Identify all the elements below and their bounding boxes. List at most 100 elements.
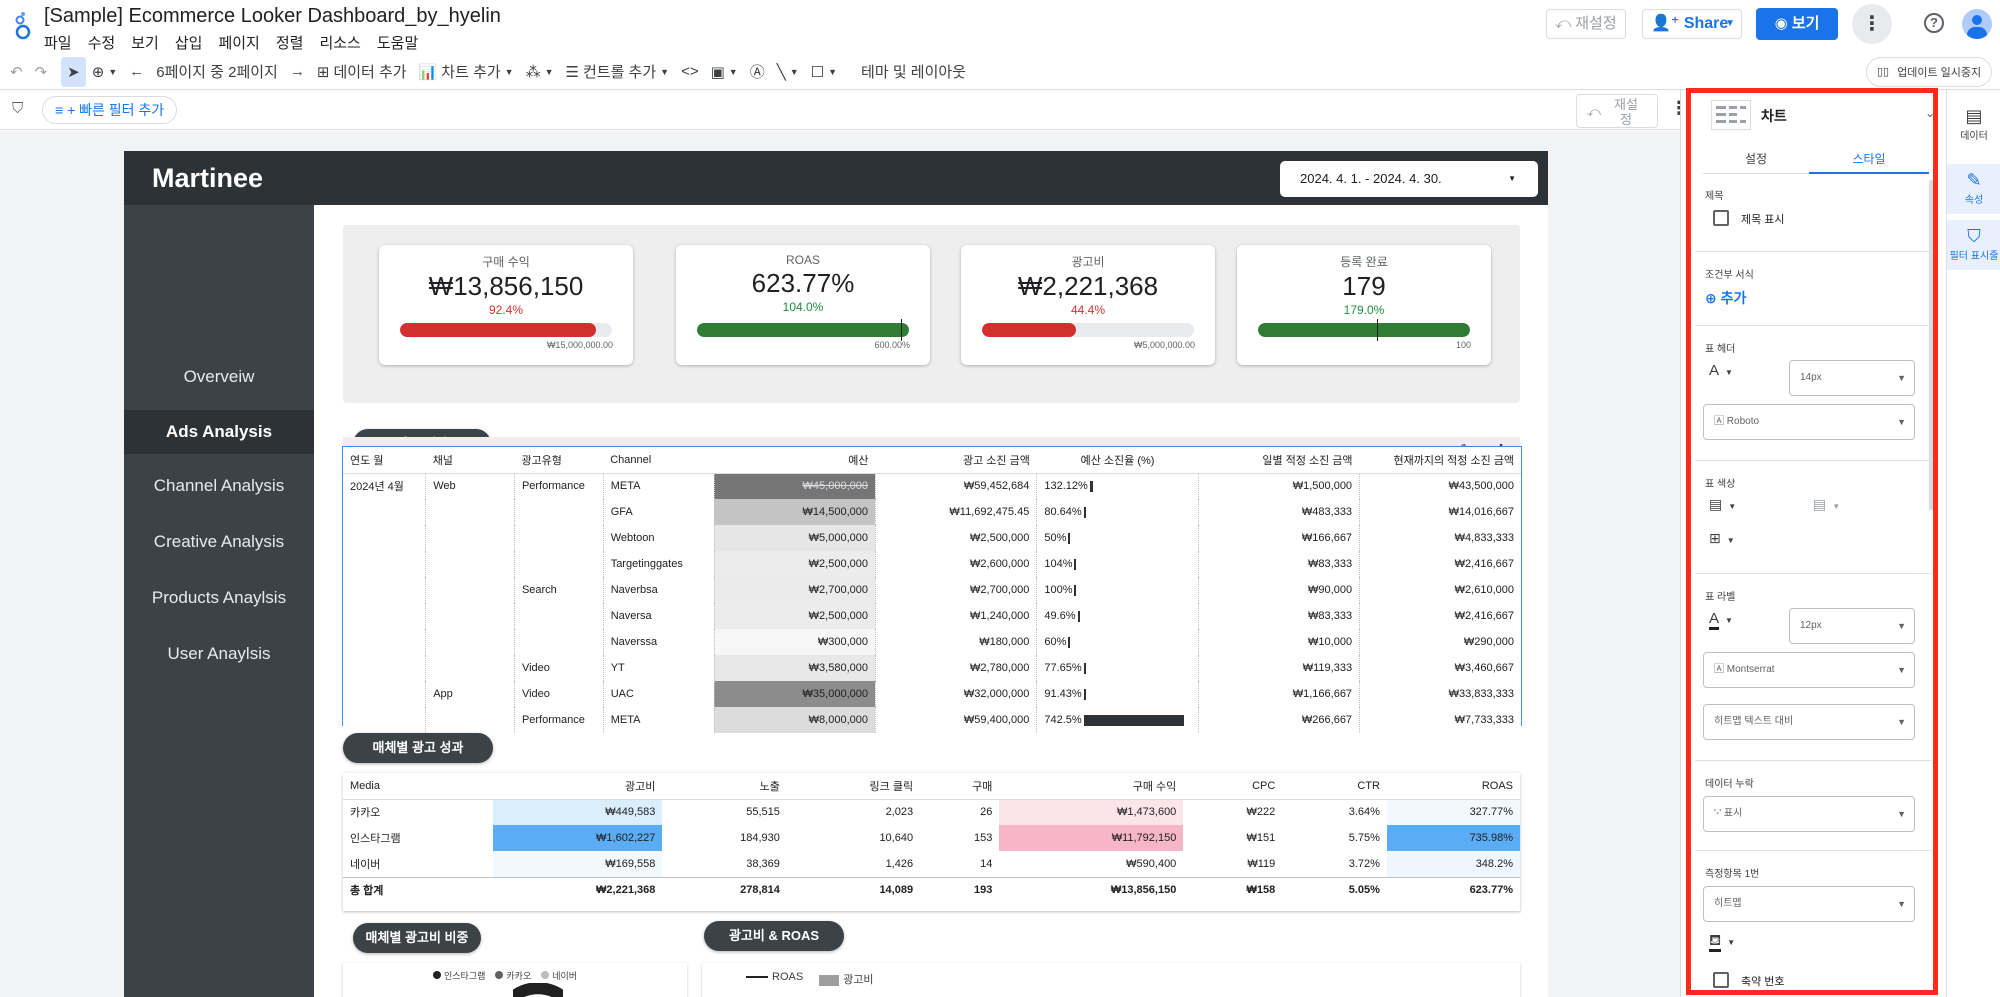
kpi-card[interactable]: 광고비 ₩2,221,368 44.4% ₩5,000,000.00 — [961, 245, 1215, 365]
add-chart-button[interactable]: 📊 차트 추가 ▼ — [413, 57, 520, 87]
table-row[interactable]: 2024년 4월 Web Performance META ₩45,000,00… — [343, 473, 1521, 499]
filter-bar-button[interactable]: ⛉ 필터 표시줄 — [1947, 220, 2000, 270]
burn-rate-bar — [1083, 662, 1086, 674]
table-header[interactable]: 예산 소진율 (%) — [1036, 447, 1199, 474]
document-title[interactable]: [Sample] Ecommerce Looker Dashboard_by_h… — [44, 5, 501, 28]
table-row[interactable]: App Video UAC ₩35,000,000 ₩32,000,000 91… — [343, 681, 1521, 707]
table-header[interactable]: 링크 클릭 — [786, 773, 921, 800]
cell-daily-target: ₩90,000 — [1198, 577, 1361, 603]
table-row[interactable]: Naversa ₩2,500,000 ₩1,240,000 49.6% ₩83,… — [343, 603, 1521, 629]
table-row[interactable]: Search Naverbsa ₩2,700,000 ₩2,700,000 10… — [343, 577, 1521, 603]
help-icon[interactable]: ? — [1924, 13, 1944, 33]
table-row[interactable]: Video YT ₩3,580,000 ₩2,780,000 77.65% ₩1… — [343, 655, 1521, 681]
table-row[interactable]: Naverssa ₩300,000 ₩180,000 60% ₩10,000 ₩… — [343, 629, 1521, 655]
redo-icon[interactable]: ↷ — [29, 57, 54, 87]
table-header[interactable]: ROAS — [1386, 773, 1520, 800]
table-row[interactable]: GFA ₩14,500,000 ₩11,692,475.45 80.64% ₩4… — [343, 499, 1521, 525]
nav-item[interactable]: User Anaylsis — [124, 632, 314, 676]
previous-page-button[interactable]: ← — [123, 57, 150, 87]
filter-reset-button[interactable]: ⤺ 재설 정 — [1576, 94, 1658, 128]
line-icon[interactable]: ╲ ▼ — [771, 57, 805, 87]
burn-rate-bar — [1083, 714, 1184, 726]
kpi-progress-track — [982, 323, 1194, 337]
table-header[interactable]: 연도 월 — [343, 447, 426, 474]
table-header[interactable]: 광고 소진 금액 — [875, 447, 1037, 474]
nav-item[interactable]: Channel Analysis — [124, 464, 314, 508]
nav-item[interactable]: Creative Analysis — [124, 520, 314, 564]
table-header[interactable]: CTR — [1282, 773, 1387, 800]
table-header[interactable]: 광고비 — [492, 773, 663, 800]
table-header[interactable]: 일별 적정 소진 금액 — [1198, 447, 1360, 474]
theme-layout-button[interactable]: 테마 및 레이아웃 — [855, 57, 972, 87]
more-options-button[interactable]: ⋮ — [1852, 4, 1892, 44]
shape-icon[interactable]: ☐ ▼ — [805, 57, 843, 87]
image-icon[interactable]: ▣ ▼ — [705, 57, 744, 87]
nav-item[interactable]: Ads Analysis — [124, 410, 314, 454]
table-header[interactable]: 현재까지의 적정 소진 금액 — [1359, 447, 1521, 474]
table-header[interactable]: 광고유형 — [514, 447, 604, 474]
kpi-target-marker — [1376, 319, 1378, 341]
table-cell: 네이버 — [350, 858, 381, 871]
nav-item[interactable]: Products Anaylsis — [124, 576, 314, 620]
menu-item[interactable]: 파일 — [44, 32, 72, 53]
properties-panel-button[interactable]: ✎ 속성 — [1947, 164, 2000, 214]
filter-icon[interactable]: ⛉ — [12, 100, 23, 117]
page-indicator[interactable]: 6페이지 중 2페이지 — [150, 57, 284, 87]
table-row[interactable]: 카카오 ₩449,583 55,515 2,023 26 ₩1,473,600 ₩222 3.… — [343, 799, 1520, 825]
menu-item[interactable]: 삽입 — [175, 32, 203, 53]
menu-item[interactable]: 정렬 — [276, 32, 304, 53]
cell-burn-rate: 50% — [1036, 525, 1199, 551]
menu-item[interactable]: 도움말 — [377, 32, 418, 53]
add-control-button[interactable]: ☰ 컨트롤 추가 ▼ — [560, 57, 676, 87]
table-header[interactable]: CPC — [1183, 773, 1283, 800]
table-row[interactable]: Webtoon ₩5,000,000 ₩2,500,000 50% ₩166,6… — [343, 525, 1521, 551]
quick-filter-button[interactable]: ≡ + 빠른 필터 추가 — [42, 96, 178, 124]
data-panel-button[interactable]: ▤ 데이터 — [1947, 106, 2000, 142]
pause-updates-button[interactable]: ▯▯ 업데이트 일시중지 — [1866, 56, 1993, 87]
zoom-button[interactable]: ⊕ ▼ — [86, 57, 124, 87]
undo-reset-button[interactable]: ⤺ 재설정 — [1546, 9, 1626, 39]
account-avatar[interactable] — [1962, 9, 1992, 39]
cell-daily-target: ₩483,333 — [1198, 499, 1361, 525]
table-cell: 5.75% — [1348, 832, 1380, 844]
table-header[interactable]: 구매 수익 — [999, 773, 1184, 800]
view-button[interactable]: ◉ 보기 — [1756, 8, 1838, 40]
table-header[interactable]: Channel — [603, 447, 715, 474]
add-data-button[interactable]: ⊞ 데이터 추가 — [311, 57, 413, 87]
table-header[interactable]: 예산 — [714, 447, 876, 474]
menu-item[interactable]: 보기 — [131, 32, 159, 53]
table-cell: 14 — [980, 857, 993, 870]
budget-table-selection[interactable]: 연도 월 채널 광고유형 Channel 예산 광고 소진 금액 예산 소진율 (%) 일별 … — [342, 446, 1522, 733]
table-header[interactable]: 채널 — [425, 447, 515, 474]
table-header[interactable]: Media — [343, 773, 493, 800]
embed-code-icon[interactable]: <> — [675, 57, 705, 87]
date-range-control[interactable]: 2024. 4. 1. - 2024. 4. 30. ▼ — [1280, 161, 1538, 197]
next-page-button[interactable]: → — [284, 57, 311, 87]
menu-item[interactable]: 페이지 — [218, 32, 259, 53]
filter-bar: ⛉ ≡ + 빠른 필터 추가 ⤺ 재설 정 ⋮ — [0, 90, 1688, 130]
table-row[interactable]: 인스타그램 ₩1,602,227 184,930 10,640 153 ₩11,792,1… — [343, 825, 1520, 851]
table-header[interactable]: 구매 — [920, 773, 1000, 800]
share-button[interactable]: 👤⁺ Share ▼ — [1642, 9, 1742, 39]
cell-channel-group — [425, 551, 515, 577]
cell-spent: ₩32,000,000 — [875, 681, 1038, 707]
select-tool-button[interactable]: ➤ — [61, 56, 86, 87]
kpi-card[interactable]: 구매 수익 ₩13,856,150 92.4% ₩15,000,000.00 — [379, 245, 633, 365]
kpi-progress-track — [1258, 323, 1470, 337]
table-row[interactable]: Targetinggates ₩2,500,000 ₩2,600,000 104… — [343, 551, 1521, 577]
table-header[interactable]: 노출 — [662, 773, 787, 800]
kpi-card[interactable]: ROAS 623.77% 104.0% 600.00% — [676, 245, 930, 365]
cell-channel-group — [425, 525, 515, 551]
community-viz-button[interactable]: ⁂ ▼ — [520, 57, 560, 87]
menu-item[interactable]: 리소스 — [319, 32, 360, 53]
share-dropdown-icon[interactable]: ▼ — [1725, 10, 1735, 38]
undo-icon[interactable]: ↶ — [4, 57, 29, 87]
menu-item[interactable]: 수정 — [88, 32, 116, 53]
table-row[interactable]: Performance META ₩8,000,000 ₩59,400,000 … — [343, 707, 1521, 733]
looker-studio-logo-icon[interactable] — [12, 10, 34, 40]
text-icon[interactable]: Ⓐ — [744, 57, 771, 87]
nav-item[interactable]: Overveiw — [124, 355, 314, 399]
kpi-card[interactable]: 등록 완료 179 179.0% 100 — [1237, 245, 1491, 365]
kpi-label: 광고비 — [1071, 255, 1105, 269]
table-row[interactable]: 네이버 ₩169,558 38,369 1,426 14 ₩590,400 ₩119 3.72… — [343, 851, 1520, 877]
